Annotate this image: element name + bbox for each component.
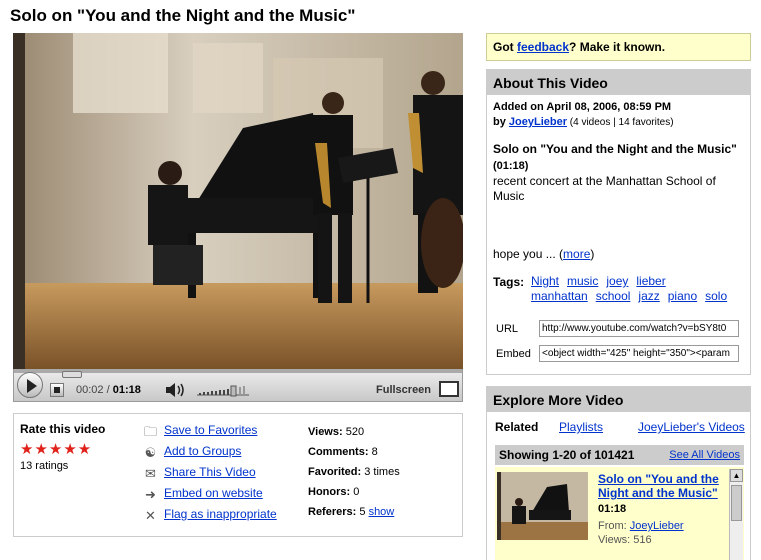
url-label: URL xyxy=(496,323,519,335)
more-link[interactable]: more xyxy=(563,247,590,261)
description-more: hope you ... (more) xyxy=(493,247,595,261)
results-count: Showing 1-20 of 101421 xyxy=(499,448,635,462)
current-time: 00:02 xyxy=(76,384,104,396)
player-controls: 00:02 / 01:18 Fullscreen xyxy=(13,369,463,402)
embed-field[interactable]: <object width="425" height="350"><param xyxy=(539,345,739,362)
video-still-image xyxy=(13,33,463,369)
tag-link[interactable]: solo xyxy=(705,289,727,304)
stat-honors: Honors: 0 xyxy=(308,486,360,498)
explore-panel: Explore More Video Related Playlists Joe… xyxy=(486,386,751,560)
related-video-views: Views: 516 xyxy=(598,534,652,546)
tag-link[interactable]: lieber xyxy=(636,274,665,289)
rate-label: Rate this video xyxy=(20,422,106,436)
about-video-panel: About This Video Added on April 08, 2006… xyxy=(486,69,751,375)
url-field[interactable]: http://www.youtube.com/watch?v=bSY8t0 xyxy=(539,320,739,337)
related-list-scrollbar[interactable]: ▲ xyxy=(729,469,743,560)
stat-favorited: Favorited: 3 times xyxy=(308,466,400,478)
video-description: Solo on "You and the Night and the Music… xyxy=(493,142,737,203)
add-groups-link[interactable]: Add to Groups xyxy=(164,444,241,458)
embed-label: Embed xyxy=(496,348,531,360)
stat-referers: Referers: 5 show xyxy=(308,506,395,518)
save-favorites-link[interactable]: Save to Favorites xyxy=(164,423,257,437)
related-video-duration: 01:18 xyxy=(598,503,627,515)
embed-action[interactable]: ➜ Embed on website xyxy=(142,486,263,502)
group-icon: ☯ xyxy=(144,445,157,460)
add-groups-action[interactable]: ☯ Add to Groups xyxy=(142,444,242,460)
stop-button[interactable] xyxy=(50,383,64,397)
time-separator: / xyxy=(106,384,110,396)
scrollbar-thumb[interactable] xyxy=(731,485,742,521)
feedback-banner: Got feedback? Make it known. xyxy=(486,33,751,61)
fullscreen-label[interactable]: Fullscreen xyxy=(376,384,431,396)
tags-label: Tags: xyxy=(493,275,525,289)
video-thumbnail[interactable] xyxy=(497,472,588,540)
flag-link[interactable]: Flag as inappropriate xyxy=(164,507,277,521)
embed-link[interactable]: Embed on website xyxy=(164,486,263,500)
rating-stars[interactable]: ★★★★★ xyxy=(20,440,92,458)
flag-x-icon: ✕ xyxy=(145,508,156,523)
share-video-link[interactable]: Share This Video xyxy=(164,465,256,479)
related-video-item[interactable]: Solo on "You and the Night and the Music… xyxy=(495,467,744,560)
tab-user-videos[interactable]: JoeyLieber's Videos xyxy=(638,420,745,434)
tag-link[interactable]: Night xyxy=(531,274,559,289)
seek-handle[interactable] xyxy=(62,371,82,378)
tag-link[interactable]: music xyxy=(567,274,598,289)
embed-icon: ➜ xyxy=(145,487,156,502)
envelope-icon: ✉ xyxy=(145,466,156,481)
tag-link[interactable]: piano xyxy=(668,289,697,304)
video-frame[interactable] xyxy=(13,33,463,369)
tag-link[interactable]: manhattan xyxy=(531,289,588,304)
fullscreen-icon[interactable] xyxy=(439,381,459,397)
stat-views: Views: 520 xyxy=(308,426,365,438)
tags-list: Night music joey lieber manhattan school jazz… xyxy=(531,274,751,304)
added-date: Added on April 08, 2006, 08:59 PM xyxy=(493,101,672,113)
video-info-box: Rate this video ★★★★★ 13 ratings 🗀 Save t… xyxy=(13,413,463,537)
scroll-up-arrow-icon[interactable]: ▲ xyxy=(730,469,743,482)
volume-slider[interactable] xyxy=(197,383,249,397)
tag-link[interactable]: jazz xyxy=(638,289,659,304)
referers-show-link[interactable]: show xyxy=(369,506,395,518)
related-video-author-link[interactable]: JoeyLieber xyxy=(630,520,684,532)
ratings-count: 13 ratings xyxy=(20,460,69,472)
about-heading: About This Video xyxy=(487,70,750,95)
feedback-link[interactable]: feedback xyxy=(517,40,569,54)
tab-related[interactable]: Related xyxy=(495,420,538,434)
total-duration: 01:18 xyxy=(112,384,141,396)
play-button[interactable] xyxy=(17,372,43,398)
time-display: 00:02 / 01:18 xyxy=(76,384,141,396)
tab-playlists[interactable]: Playlists xyxy=(559,420,603,434)
see-all-videos-link[interactable]: See All Videos xyxy=(669,449,740,461)
results-bar: Showing 1-20 of 101421 See All Videos xyxy=(495,445,744,465)
explore-heading: Explore More Video xyxy=(487,387,750,412)
related-video-title[interactable]: Solo on "You and the Night and the Music… xyxy=(598,472,723,500)
page-title: Solo on "You and the Night and the Music… xyxy=(10,6,356,25)
share-video-action[interactable]: ✉ Share This Video xyxy=(142,465,256,481)
related-video-from: From: JoeyLieber xyxy=(598,520,684,532)
flag-action[interactable]: ✕ Flag as inappropriate xyxy=(142,507,277,523)
folder-icon: 🗀 xyxy=(143,424,157,439)
author-link[interactable]: JoeyLieber xyxy=(509,116,567,128)
explore-tabs: Related Playlists JoeyLieber's Videos xyxy=(487,413,750,441)
tag-link[interactable]: school xyxy=(596,289,631,304)
author-line: by JoeyLieber (4 videos | 14 favorites) xyxy=(493,116,674,128)
volume-icon[interactable] xyxy=(165,382,187,398)
save-favorites-action[interactable]: 🗀 Save to Favorites xyxy=(142,423,257,439)
stat-comments: Comments: 8 xyxy=(308,446,378,458)
tag-link[interactable]: joey xyxy=(606,274,628,289)
